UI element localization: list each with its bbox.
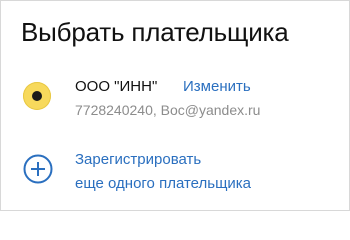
payer-details: 7728240240, Вос@yandex.ru (75, 102, 261, 118)
register-link-line2[interactable]: еще одного плательщика (75, 175, 251, 193)
register-link-line1[interactable]: Зарегистрировать (75, 151, 201, 169)
page-title: Выбрать плательщика (21, 17, 289, 47)
payer-option[interactable]: ООО "ИНН" Изменить 7728240240, Вос@yande… (23, 73, 343, 123)
radio-dot (32, 91, 42, 101)
radio-selected-icon[interactable] (23, 82, 51, 110)
edit-payer-link[interactable]: Изменить (183, 78, 251, 96)
payer-name: ООО "ИНН" (75, 78, 158, 95)
plus-circle-icon[interactable] (23, 154, 53, 184)
register-payer-button[interactable]: Зарегистрировать еще одного плательщика (23, 147, 343, 197)
payer-selection-panel: Выбрать плательщика ООО "ИНН" Изменить 7… (0, 0, 350, 211)
